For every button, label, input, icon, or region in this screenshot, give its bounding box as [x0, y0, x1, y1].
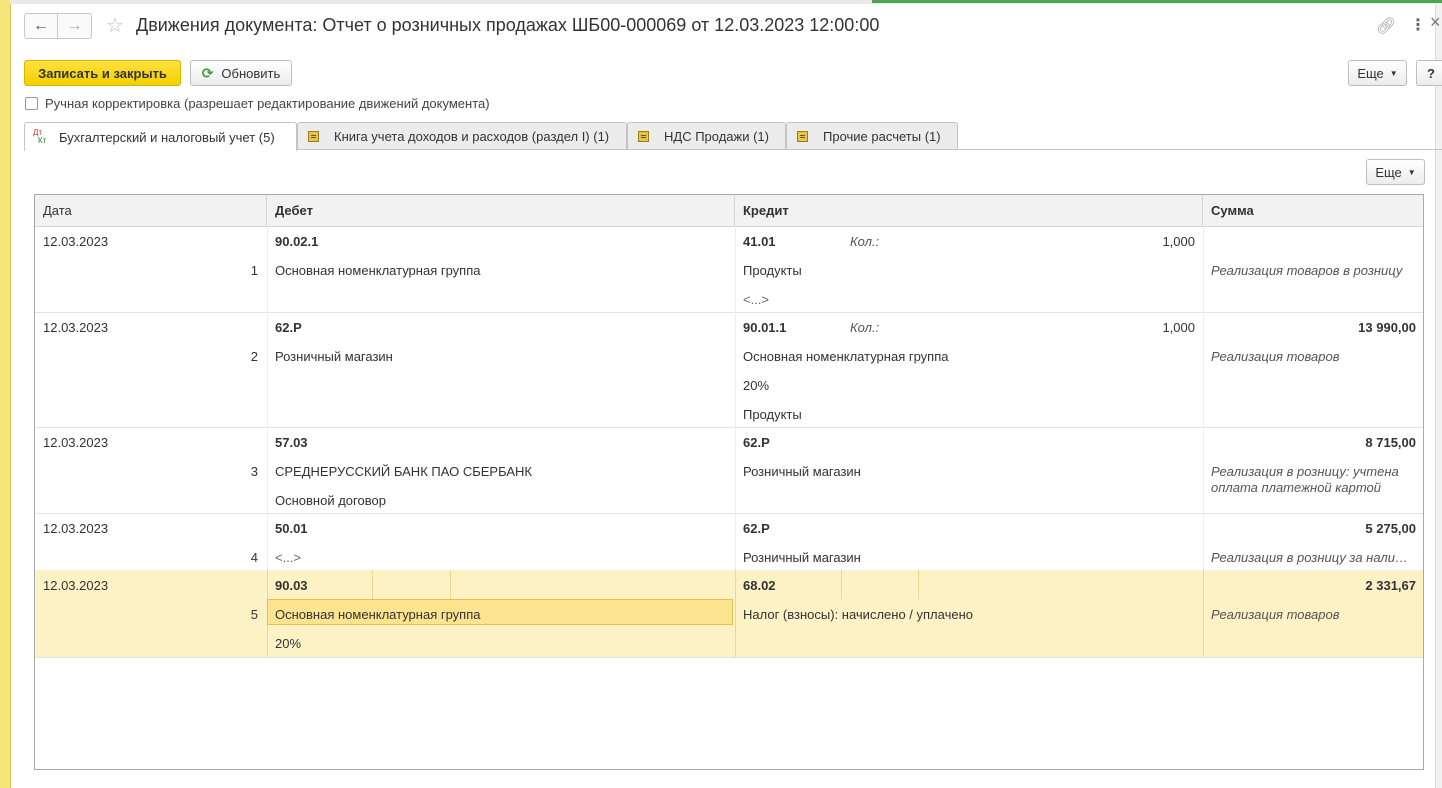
caret-down-icon: ▼ — [1407, 167, 1416, 177]
row-date: 12.03.2023 — [43, 234, 109, 249]
row-number: 5 — [250, 607, 258, 622]
refresh-label: Обновить — [221, 65, 281, 81]
debit-subconto: Основной договор — [275, 493, 386, 508]
credit-subconto: Розничный магазин — [743, 550, 861, 565]
left-panel-strip — [0, 0, 11, 788]
credit-subconto: Продукты — [743, 407, 802, 422]
column-header-date[interactable]: Дата — [35, 195, 267, 226]
debit-subconto: СРЕДНЕРУССКИЙ БАНК ПАО СБЕРБАНК — [275, 464, 532, 479]
quantity-value: 1,000 — [1162, 320, 1195, 335]
quantity-label: Кол.: — [850, 320, 880, 335]
table-row[interactable]: 12.03.2023 2 62.Р Розничный магазин 90.0… — [35, 312, 1423, 428]
row-date: 12.03.2023 — [43, 320, 109, 335]
table-header: Дата Дебет Кредит Сумма — [35, 195, 1423, 227]
save-and-close-label: Записать и закрыть — [38, 65, 167, 81]
row-number: 1 — [250, 263, 258, 278]
debit-account: 57.03 — [275, 435, 308, 450]
row-date: 12.03.2023 — [43, 521, 109, 536]
tab-vat-sales-label: НДС Продажи (1) — [664, 129, 769, 144]
credit-subconto: Розничный магазин — [743, 464, 861, 479]
credit-account: 62.Р — [743, 521, 770, 536]
refresh-icon: ⟳ — [201, 64, 214, 81]
entry-description: Реализация в розницу: учтена — [1211, 464, 1399, 479]
entry-description: Реализация товаров — [1211, 349, 1340, 364]
credit-account: 41.01 — [743, 234, 776, 249]
entries-table[interactable]: Дата Дебет Кредит Сумма 12.03.2023 1 90.… — [34, 194, 1424, 770]
column-header-debit[interactable]: Дебет — [267, 195, 735, 226]
caret-down-icon: ▼ — [1389, 68, 1398, 78]
debit-subconto: Розничный магазин — [275, 349, 393, 364]
tab-accounting-label: Бухгалтерский и налоговый учет (5) — [59, 129, 275, 145]
close-icon[interactable]: × — [1430, 12, 1441, 33]
dt-kt-icon: Дт Кт — [33, 129, 47, 145]
help-button[interactable]: ? — [1416, 60, 1442, 86]
table-row[interactable]: 12.03.2023 3 57.03 СРЕДНЕРУССКИЙ БАНК ПА… — [35, 427, 1423, 514]
tab-accounting[interactable]: Дт Кт Бухгалтерский и налоговый учет (5) — [24, 122, 297, 151]
table-row-selected[interactable]: 12.03.2023 5 90.03 Основная номенклатурн… — [35, 570, 1423, 658]
debit-account: 50.01 — [275, 521, 308, 536]
entry-description: Реализация в розницу за нали… — [1211, 550, 1408, 565]
manual-correction-checkbox[interactable] — [25, 97, 38, 110]
entry-amount: 5 275,00 — [1365, 521, 1416, 536]
forward-arrow-icon[interactable]: → — [58, 13, 92, 39]
credit-subconto: <...> — [743, 292, 770, 307]
debit-subconto: <...> — [275, 550, 302, 565]
tab-income-book-label: Книга учета доходов и расходов (раздел I… — [334, 129, 610, 144]
manual-correction-label: Ручная корректировка (разрешает редактир… — [45, 96, 490, 111]
help-label: ? — [1427, 65, 1435, 81]
row-date: 12.03.2023 — [43, 578, 109, 593]
entry-amount: 2 331,67 — [1365, 578, 1416, 593]
table-more-label: Еще — [1375, 164, 1402, 180]
register-icon — [308, 131, 319, 142]
tab-vat-sales[interactable]: НДС Продажи (1) — [627, 122, 786, 150]
register-icon — [638, 131, 649, 142]
window-title: Движения документа: Отчет о розничных пр… — [136, 15, 880, 35]
row-number: 3 — [250, 464, 258, 479]
entry-description: Реализация товаров в розницу — [1211, 263, 1403, 278]
active-window-indicator — [872, 0, 1442, 3]
entry-description: Реализация товаров — [1211, 607, 1340, 622]
column-header-amount[interactable]: Сумма — [1203, 195, 1423, 226]
debit-subconto: Основная номенклатурная группа — [275, 263, 481, 278]
quantity-label: Кол.: — [850, 234, 880, 249]
credit-subconto: Основная номенклатурная группа — [743, 349, 949, 364]
register-icon — [797, 131, 808, 142]
tab-other-settlements-label: Прочие расчеты (1) — [823, 129, 941, 144]
tab-other-settlements[interactable]: Прочие расчеты (1) — [786, 122, 958, 150]
debit-subconto: Основная номенклатурная группа — [275, 607, 481, 622]
entry-description-line2: оплата платежной картой — [1211, 480, 1382, 495]
more-actions-icon[interactable]: ⋮ — [1410, 15, 1426, 35]
favorite-star-icon[interactable]: ☆ — [106, 13, 124, 38]
link-icon[interactable]: 🔗︎ — [1376, 16, 1396, 36]
more-menu-label: Еще — [1357, 65, 1384, 81]
table-row[interactable]: 12.03.2023 1 90.02.1 Основная номенклату… — [35, 226, 1423, 313]
kt-glyph: Кт — [38, 136, 47, 145]
credit-account: 62.Р — [743, 435, 770, 450]
credit-subconto: Налог (взносы): начислено / уплачено — [743, 607, 973, 622]
entry-amount: 8 715,00 — [1365, 435, 1416, 450]
row-number: 2 — [250, 349, 258, 364]
right-scroll-edge — [1435, 4, 1442, 788]
tab-income-book[interactable]: Книга учета доходов и расходов (раздел I… — [297, 122, 627, 150]
row-number: 4 — [250, 550, 258, 565]
quantity-value: 1,000 — [1162, 234, 1195, 249]
save-and-close-button[interactable]: Записать и закрыть — [24, 60, 181, 86]
entry-amount: 13 990,00 — [1358, 320, 1416, 335]
credit-account: 90.01.1 — [743, 320, 787, 335]
debit-account: 62.Р — [275, 320, 302, 335]
debit-account: 90.02.1 — [275, 234, 319, 249]
debit-subconto: 20% — [275, 636, 302, 651]
credit-account: 68.02 — [743, 578, 776, 593]
credit-subconto: Продукты — [743, 263, 802, 278]
table-row[interactable]: 12.03.2023 4 50.01 <...> 62.Р Розничный … — [35, 513, 1423, 571]
credit-subconto: 20% — [743, 378, 770, 393]
refresh-button[interactable]: ⟳ Обновить — [190, 60, 292, 86]
back-arrow-icon[interactable]: ← — [24, 13, 58, 39]
table-more-button[interactable]: Еще ▼ — [1366, 159, 1425, 185]
debit-account: 90.03 — [275, 578, 308, 593]
column-header-credit[interactable]: Кредит — [735, 195, 1203, 226]
row-date: 12.03.2023 — [43, 435, 109, 450]
more-menu-button[interactable]: Еще ▼ — [1348, 60, 1407, 86]
